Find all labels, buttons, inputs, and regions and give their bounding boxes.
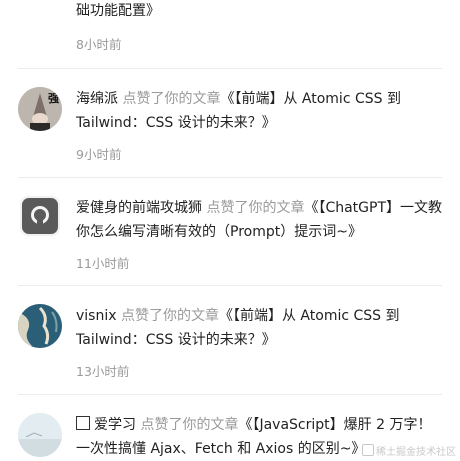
- notification-content: 础功能配置》 8小时前: [76, 0, 442, 53]
- avatar[interactable]: [20, 196, 60, 236]
- username[interactable]: 海绵派: [76, 91, 118, 107]
- avatar[interactable]: 强: [18, 87, 62, 131]
- notification-content: 海绵派 点赞了你的文章《【前端】从 Atomic CSS 到 Tailwind：…: [76, 87, 442, 163]
- action-text: 点赞了你的文章: [122, 91, 221, 107]
- action-text: 点赞了你的文章: [140, 417, 239, 433]
- earth-icon: [18, 304, 62, 348]
- divider: [18, 394, 442, 395]
- avatar-badge-text: 强: [48, 92, 59, 105]
- notification-content: 爱健身的前端攻城狮 点赞了你的文章《【ChatGPT】一文教你怎么编写清晰有效的…: [76, 196, 442, 272]
- github-icon: [22, 198, 58, 234]
- divider: [18, 177, 442, 178]
- action-text: 点赞了你的文章: [120, 308, 219, 324]
- avatar[interactable]: [18, 304, 62, 348]
- timestamp: 11小时前: [76, 256, 130, 271]
- action-text: 点赞了你的文章: [206, 200, 305, 216]
- username[interactable]: visnix: [76, 308, 117, 324]
- timestamp: 8小时前: [76, 37, 122, 52]
- sky-icon: [18, 413, 62, 457]
- notification-content: visnix 点赞了你的文章《【前端】从 Atomic CSS 到 Tailwi…: [76, 304, 442, 380]
- watermark-text: 稀土掘金技术社区: [376, 447, 456, 458]
- timestamp: 9小时前: [76, 147, 122, 162]
- username[interactable]: 爱健身的前端攻城狮: [76, 200, 202, 216]
- timestamp: 13小时前: [76, 364, 130, 379]
- username[interactable]: 爱学习: [94, 417, 136, 433]
- watermark: 稀土掘金技术社区: [362, 443, 456, 458]
- checkbox-icon: [76, 416, 90, 430]
- divider: [18, 285, 442, 286]
- article-title[interactable]: 础功能配置》: [76, 0, 442, 23]
- divider: [18, 68, 442, 69]
- avatar[interactable]: [18, 413, 62, 457]
- juejin-logo-icon: [362, 444, 374, 456]
